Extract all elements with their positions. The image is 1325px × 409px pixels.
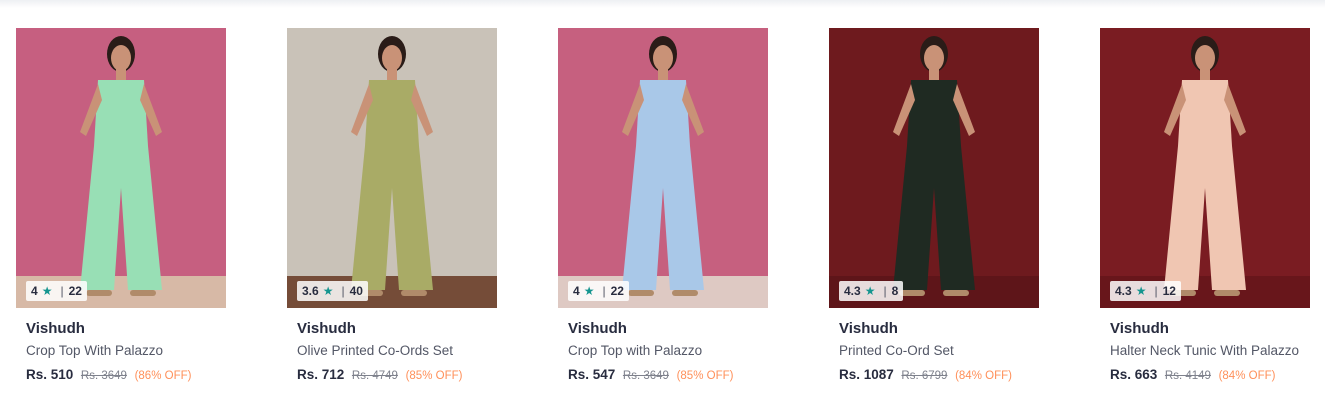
discount-label: (84% OFF) — [1218, 370, 1276, 382]
star-icon: ★ — [864, 284, 876, 298]
product-name: Printed Co-Ord Set — [839, 343, 954, 358]
product-brand: Vishudh — [568, 320, 627, 337]
product-grid: 4 ★ | 22 Vishudh Crop Top With Palazzo R… — [16, 28, 1310, 384]
rating-value: 4.3 — [844, 284, 861, 298]
rating-badge: 4.3 ★ | 8 — [839, 281, 904, 301]
original-price: Rs. 6799 — [901, 370, 948, 382]
current-price: Rs. 1087 — [839, 367, 894, 382]
product-card[interactable]: 4.3 ★ | 8 Vishudh Printed Co-Ord Set Rs.… — [829, 28, 1039, 384]
product-price: Rs. 712 Rs. 4749 (85% OFF) — [297, 367, 497, 384]
star-icon: ★ — [583, 284, 595, 298]
product-card[interactable]: 4.3 ★ | 12 Vishudh Halter Neck Tunic Wit… — [1100, 28, 1310, 384]
rating-count: 22 — [68, 284, 82, 298]
star-icon: ★ — [1135, 284, 1147, 298]
rating-count: 12 — [1162, 284, 1176, 298]
discount-label: (84% OFF) — [955, 370, 1012, 382]
product-price: Rs. 510 Rs. 3649 (86% OFF) — [26, 367, 226, 384]
rating-value: 4.3 — [1115, 284, 1132, 298]
rating-badge: 4 ★ | 22 — [568, 281, 629, 301]
product-image[interactable]: 4.3 ★ | 12 — [1100, 28, 1310, 308]
star-icon: ★ — [322, 284, 334, 298]
rating-value: 4 — [31, 284, 38, 298]
original-price: Rs. 4749 — [351, 370, 398, 382]
rating-separator: | — [1154, 284, 1158, 298]
rating-separator: | — [883, 284, 887, 298]
original-price: Rs. 3649 — [622, 370, 669, 382]
rating-value: 3.6 — [302, 284, 319, 298]
product-name: Olive Printed Co-Ords Set — [297, 343, 454, 358]
product-brand: Vishudh — [26, 320, 85, 337]
rating-badge: 4.3 ★ | 12 — [1110, 281, 1181, 301]
product-card[interactable]: 4 ★ | 22 Vishudh Crop Top With Palazzo R… — [16, 28, 226, 384]
rating-separator: | — [60, 284, 64, 298]
product-image[interactable]: 4 ★ | 22 — [16, 28, 226, 308]
original-price: Rs. 4149 — [1164, 370, 1211, 382]
product-card[interactable]: 4 ★ | 22 Vishudh Crop Top with Palazzo R… — [558, 28, 768, 384]
rating-value: 4 — [573, 284, 580, 298]
product-price: Rs. 547 Rs. 3649 (85% OFF) — [568, 367, 768, 384]
rating-count: 8 — [891, 284, 899, 298]
current-price: Rs. 510 — [26, 367, 74, 382]
rating-badge: 4 ★ | 22 — [26, 281, 87, 301]
discount-label: (85% OFF) — [676, 370, 734, 382]
product-name: Halter Neck Tunic With Palazzo — [1110, 343, 1300, 358]
rating-separator: | — [602, 284, 606, 298]
rating-count: 22 — [610, 284, 624, 298]
product-name: Crop Top With Palazzo — [26, 343, 164, 358]
product-brand: Vishudh — [1110, 320, 1169, 337]
star-icon: ★ — [41, 284, 53, 298]
header-shadow — [0, 0, 1325, 8]
product-image[interactable]: 4 ★ | 22 — [558, 28, 768, 308]
discount-label: (86% OFF) — [134, 370, 192, 382]
rating-separator: | — [341, 284, 345, 298]
product-name: Crop Top with Palazzo — [568, 343, 703, 358]
product-brand: Vishudh — [839, 320, 898, 337]
discount-label: (85% OFF) — [405, 370, 463, 382]
rating-count: 40 — [349, 284, 363, 298]
original-price: Rs. 3649 — [80, 370, 127, 382]
product-brand: Vishudh — [297, 320, 356, 337]
current-price: Rs. 547 — [568, 367, 616, 382]
product-price: Rs. 663 Rs. 4149 (84% OFF) — [1110, 367, 1310, 384]
current-price: Rs. 663 — [1110, 367, 1158, 382]
product-price: Rs. 1087 Rs. 6799 (84% OFF) — [839, 367, 1039, 384]
product-card[interactable]: 3.6 ★ | 40 Vishudh Olive Printed Co-Ords… — [287, 28, 497, 384]
current-price: Rs. 712 — [297, 367, 345, 382]
product-image[interactable]: 4.3 ★ | 8 — [829, 28, 1039, 308]
rating-badge: 3.6 ★ | 40 — [297, 281, 368, 301]
product-image[interactable]: 3.6 ★ | 40 — [287, 28, 497, 308]
